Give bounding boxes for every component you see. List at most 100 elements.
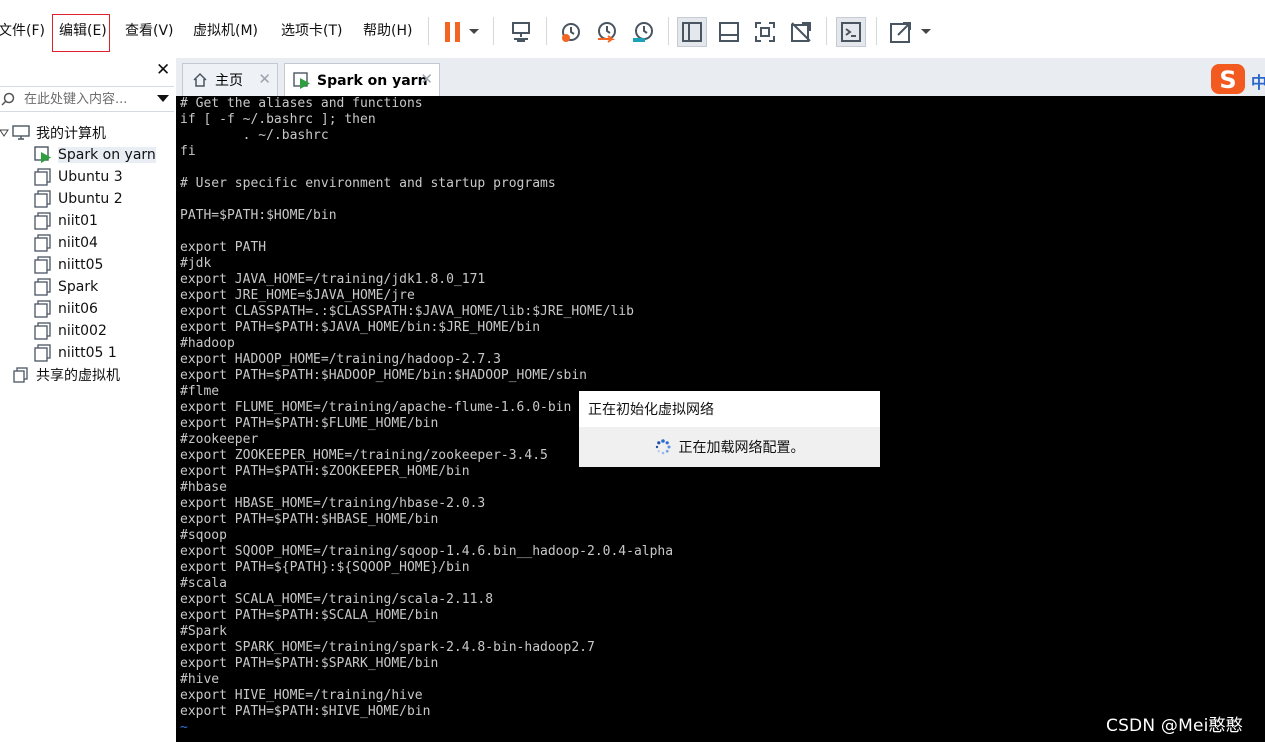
- menu-file[interactable]: 文件(F): [0, 20, 45, 40]
- toolbar-separator: [876, 17, 877, 45]
- toolbar-separator: [826, 17, 827, 45]
- terminal-line: export HIVE_HOME=/training/hive: [180, 688, 423, 703]
- full-screen-icon[interactable]: [750, 17, 780, 47]
- stretch-icon[interactable]: [886, 17, 916, 47]
- menu-vm[interactable]: 虚拟机(M): [193, 20, 258, 40]
- tab-strip: 主页 ✕ Spark on yarn ✕: [176, 58, 1265, 97]
- tree-vm-item[interactable]: Spark: [34, 276, 98, 298]
- terminal-line: export SPARK_HOME=/training/spark-2.4.8-…: [180, 640, 595, 655]
- menu-toolbar-bar: 文件(F) 编辑(E) 查看(V) 虚拟机(M) 选项卡(T) 帮助(H): [0, 0, 1265, 59]
- vm-icon: [34, 300, 52, 318]
- menu-edit[interactable]: 编辑(E): [59, 20, 107, 40]
- tree-vm-item[interactable]: Ubuntu 3: [34, 166, 123, 188]
- terminal-line: #Spark: [180, 624, 227, 639]
- terminal-line: #hadoop: [180, 336, 235, 351]
- terminal-line: ~: [180, 736, 673, 742]
- terminal-line: export PATH: [180, 240, 267, 255]
- tree-shared-vms[interactable]: 共享的虚拟机: [12, 364, 120, 386]
- library-search-input[interactable]: [24, 90, 144, 108]
- tree-vm-item[interactable]: niit002: [34, 320, 107, 342]
- close-icon[interactable]: ✕: [420, 70, 433, 88]
- home-icon: [191, 71, 209, 89]
- tree-vm-label: Ubuntu 2: [58, 191, 123, 207]
- menu-help[interactable]: 帮助(H): [363, 20, 412, 40]
- send-ctrl-alt-del-icon[interactable]: [506, 17, 536, 47]
- menu-tabs[interactable]: 选项卡(T): [281, 20, 342, 40]
- vm-running-icon: [293, 71, 311, 90]
- show-library-icon[interactable]: [677, 17, 707, 47]
- loading-spinner-icon: [655, 439, 671, 455]
- tree-vm-item[interactable]: niitt05: [34, 254, 103, 276]
- vm-icon: [34, 344, 52, 362]
- tab-spark-on-yarn[interactable]: Spark on yarn ✕: [284, 63, 440, 97]
- watermark: CSDN @Mei憨憨: [1106, 716, 1243, 736]
- terminal-line: export PATH=$PATH:$HIVE_HOME/bin: [180, 704, 431, 719]
- tree-root-my-computer[interactable]: 我的计算机: [0, 122, 106, 144]
- terminal-line: export SQOOP_HOME=/training/sqoop-1.4.6.…: [180, 544, 674, 559]
- terminal-line: export HBASE_HOME=/training/hbase-2.0.3: [180, 496, 486, 511]
- terminal-line: PATH=$PATH:$HOME/bin: [180, 208, 337, 223]
- snapshot-take-icon[interactable]: [556, 17, 586, 47]
- toolbar-separator: [668, 17, 669, 45]
- terminal-line: . ~/.bashrc: [180, 128, 329, 143]
- tree-vm-item[interactable]: niit04: [34, 232, 98, 254]
- tree-vm-label: niit06: [58, 301, 98, 317]
- tree-vm-label: niit01: [58, 213, 98, 229]
- toolbar-separator: [493, 17, 494, 45]
- library-pane: ✕ 我的计算机 共享的虚拟机 Spark on yarn Ubuntu 3 Ubun…: [0, 58, 177, 742]
- library-search-box: [0, 86, 174, 112]
- vm-running-icon: [34, 146, 52, 164]
- menu-view[interactable]: 查看(V): [125, 20, 174, 40]
- snapshot-manager-icon[interactable]: [628, 17, 658, 47]
- terminal-line: fi: [180, 144, 196, 159]
- tree-vm-item[interactable]: Spark on yarn: [34, 144, 156, 166]
- tree-vm-label: niitt05: [58, 257, 104, 273]
- search-icon: [1, 92, 15, 106]
- tree-vm-item[interactable]: niitt05 1: [34, 342, 117, 364]
- chevron-down-icon[interactable]: [157, 95, 169, 103]
- toolbar-separator: [428, 17, 429, 45]
- computer-icon: [12, 124, 30, 142]
- chevron-down-icon[interactable]: [464, 17, 484, 47]
- terminal-line: export PATH=$PATH:$SPARK_HOME/bin: [180, 656, 439, 671]
- network-init-dialog: 正在初始化虚拟网络 正在加载网络配置。: [579, 391, 880, 467]
- tree-root-label: 我的计算机: [36, 126, 106, 142]
- close-icon[interactable]: ✕: [156, 60, 170, 80]
- terminal-line: if [ -f ~/.bashrc ]; then: [180, 112, 376, 127]
- vm-icon: [34, 212, 52, 230]
- tree-vm-item[interactable]: niit06: [34, 298, 98, 320]
- tree-vm-label: niit002: [58, 323, 107, 339]
- terminal-line: # User specific environment and startup …: [180, 176, 556, 191]
- ime-logo-brand: S: [1219, 66, 1236, 94]
- vm-icon: [34, 168, 52, 186]
- terminal-line: # Get the aliases and functions: [180, 96, 423, 111]
- snapshot-revert-icon[interactable]: [592, 17, 622, 47]
- tree-vm-label: Spark: [58, 279, 99, 295]
- terminal-line: #hbase: [180, 480, 227, 495]
- terminal-line: export PATH=$PATH:$HADOOP_HOME/bin:$HADO…: [180, 368, 587, 383]
- ime-logo: S 中: [1209, 60, 1265, 96]
- tree-vm-label: niitt05 1: [58, 345, 117, 361]
- terminal-line: ~: [180, 720, 188, 735]
- vm-icon: [34, 278, 52, 296]
- collapse-arrow-icon[interactable]: [0, 124, 10, 142]
- tree-vm-item[interactable]: Ubuntu 2: [34, 188, 123, 210]
- dialog-message: 正在加载网络配置。: [678, 440, 805, 456]
- terminal-line: #hive: [180, 672, 220, 687]
- thumbnail-bar-icon[interactable]: [714, 17, 744, 47]
- unity-icon[interactable]: [786, 17, 816, 47]
- tab-spark-label: Spark on yarn: [317, 72, 428, 89]
- vm-icon: [34, 234, 52, 252]
- vm-icon: [34, 256, 52, 274]
- chevron-down-icon[interactable]: [916, 17, 936, 47]
- console-view-icon[interactable]: [836, 17, 866, 47]
- dialog-body: 正在加载网络配置。: [579, 427, 880, 467]
- tree-vm-item[interactable]: niit01: [34, 210, 98, 232]
- terminal-line: export PATH=$PATH:$HBASE_HOME/bin: [180, 512, 439, 527]
- tab-home[interactable]: 主页 ✕: [182, 63, 278, 96]
- terminal-line: export PATH=${PATH}:${SQOOP_HOME}/bin: [180, 560, 470, 575]
- close-icon[interactable]: ✕: [258, 70, 271, 88]
- terminal-line: export PATH=$PATH:$JAVA_HOME/bin:$JRE_HO…: [180, 320, 541, 335]
